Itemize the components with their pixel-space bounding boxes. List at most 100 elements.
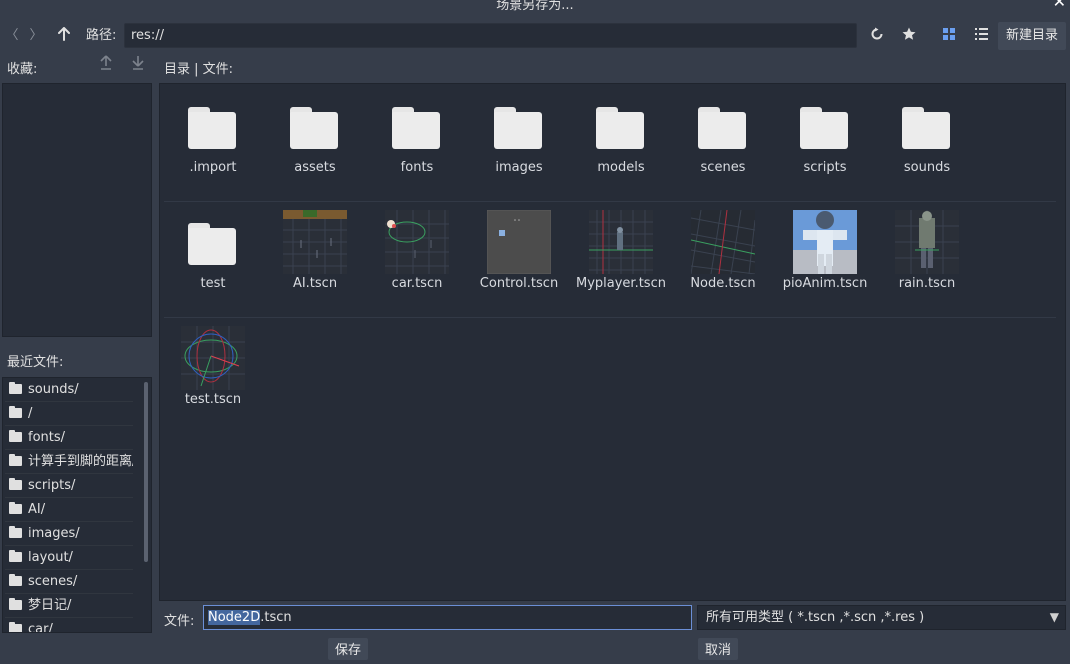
recent-item[interactable]: car/ <box>5 619 133 633</box>
recent-item-label: AI/ <box>28 502 46 517</box>
recent-item[interactable]: layout/ <box>5 547 133 570</box>
scene-tile[interactable]: pioAnim.tscn <box>777 204 873 308</box>
file-browser: .import assets fonts images models scene… <box>159 83 1066 601</box>
directory-files-label: 目录 | 文件: <box>164 62 234 77</box>
recent-item-label: sounds/ <box>28 382 79 397</box>
recent-item[interactable]: sounds/ <box>5 379 133 402</box>
folder-icon <box>9 550 22 562</box>
scene-tile[interactable]: rain.tscn <box>879 204 975 308</box>
cancel-button[interactable]: 取消 <box>698 638 738 660</box>
arrow-up-icon <box>58 27 70 41</box>
folder-tile[interactable]: test <box>165 204 261 308</box>
list-view-button[interactable] <box>970 22 992 50</box>
favorite-button[interactable] <box>898 22 920 50</box>
scene-thumbnail <box>895 210 959 274</box>
list-view-icon <box>974 28 988 40</box>
file-name: sounds <box>903 160 951 175</box>
file-name: car.tscn <box>391 276 443 291</box>
folder-icon <box>487 94 551 158</box>
save-button[interactable]: 保存 <box>328 638 368 660</box>
folder-tile[interactable]: scripts <box>777 88 873 192</box>
folder-tile[interactable]: models <box>573 88 669 192</box>
recent-item[interactable]: / <box>5 403 133 426</box>
file-name: scripts <box>803 160 847 175</box>
scene-tile[interactable]: car.tscn <box>369 204 465 308</box>
up-button[interactable] <box>54 22 74 50</box>
recent-label: 最近文件: <box>7 355 64 370</box>
recent-item[interactable]: AI/ <box>5 499 133 522</box>
arrow-down-icon <box>132 56 144 70</box>
scene-tile[interactable]: test.tscn <box>165 320 261 424</box>
refresh-button[interactable] <box>866 22 888 50</box>
move-favorite-down-button[interactable] <box>132 54 144 74</box>
scene-thumbnail <box>691 210 755 274</box>
recent-item[interactable]: scenes/ <box>5 571 133 594</box>
refresh-icon <box>871 27 883 40</box>
file-label: 文件: <box>164 614 195 629</box>
scene-thumbnail <box>283 210 347 274</box>
file-name: assets <box>294 160 336 175</box>
recent-item[interactable]: 计算手到脚的距离/ <box>5 451 133 474</box>
move-favorite-up-button[interactable] <box>100 54 112 74</box>
grid-view-button[interactable] <box>938 22 960 50</box>
scene-tile[interactable]: Node.tscn <box>675 204 771 308</box>
new-directory-button[interactable]: 新建目录 <box>998 22 1066 50</box>
scene-thumbnail <box>793 210 857 274</box>
recent-item-label: scenes/ <box>28 574 78 589</box>
file-name: test.tscn <box>184 392 242 407</box>
folder-icon <box>9 598 22 610</box>
folder-tile[interactable]: sounds <box>879 88 975 192</box>
folder-icon <box>181 210 245 274</box>
scene-tile[interactable]: AI.tscn <box>267 204 363 308</box>
scene-thumbnail <box>181 326 245 390</box>
back-button[interactable]: 〈 <box>4 22 20 50</box>
folder-icon <box>9 430 22 442</box>
forward-button[interactable]: 〉 <box>28 22 44 50</box>
recent-item[interactable]: scripts/ <box>5 475 133 498</box>
scene-tile[interactable]: Myplayer.tscn <box>573 204 669 308</box>
recent-scrollbar[interactable] <box>144 382 148 562</box>
file-name: Node.tscn <box>690 276 756 291</box>
file-name: scenes <box>700 160 746 175</box>
file-name: test <box>200 276 226 291</box>
file-name: .import <box>189 160 237 175</box>
toolbar: 〈 〉 路径: res:// 新建目录 <box>0 22 1070 50</box>
folder-tile[interactable]: images <box>471 88 567 192</box>
arrow-up-icon <box>100 55 112 70</box>
folder-icon <box>9 478 22 490</box>
recent-item-label: 梦日记/ <box>28 598 72 613</box>
recent-item-label: car/ <box>28 622 53 633</box>
row-divider <box>164 201 1056 202</box>
chevron-down-icon: ▼ <box>1049 610 1059 624</box>
path-input[interactable]: res:// <box>124 23 857 48</box>
close-icon[interactable]: ✕ <box>1053 0 1066 10</box>
window-title-bar: 场景另存为... ✕ <box>0 0 1070 14</box>
folder-icon <box>9 406 22 418</box>
filename-selected-text: Node2D <box>208 610 261 625</box>
folder-icon <box>283 94 347 158</box>
folder-icon <box>793 94 857 158</box>
folder-tile[interactable]: .import <box>165 88 261 192</box>
recent-item[interactable]: 梦日记/ <box>5 595 133 618</box>
recent-item[interactable]: images/ <box>5 523 133 546</box>
folder-icon <box>385 94 449 158</box>
path-label: 路径: <box>86 28 117 43</box>
filename-extension: .tscn <box>260 610 292 625</box>
scene-tile[interactable]: Control.tscn <box>471 204 567 308</box>
folder-icon <box>181 94 245 158</box>
folder-icon <box>589 94 653 158</box>
file-name: images <box>495 160 543 175</box>
recent-item[interactable]: fonts/ <box>5 427 133 450</box>
recent-list: sounds/ / fonts/ 计算手到脚的距离/ scripts/ AI/ … <box>2 377 152 633</box>
folder-tile[interactable]: assets <box>267 88 363 192</box>
file-name: AI.tscn <box>292 276 338 291</box>
file-name: fonts <box>400 160 434 175</box>
favorites-list[interactable] <box>2 83 152 337</box>
folder-icon <box>9 526 22 538</box>
folder-tile[interactable]: fonts <box>369 88 465 192</box>
file-name: models <box>597 160 645 175</box>
favorites-label: 收藏: <box>7 62 38 77</box>
filename-input[interactable]: Node2D.tscn <box>203 605 692 630</box>
folder-tile[interactable]: scenes <box>675 88 771 192</box>
file-type-filter[interactable]: 所有可用类型 ( *.tscn ,*.scn ,*.res ) ▼ <box>697 605 1066 630</box>
